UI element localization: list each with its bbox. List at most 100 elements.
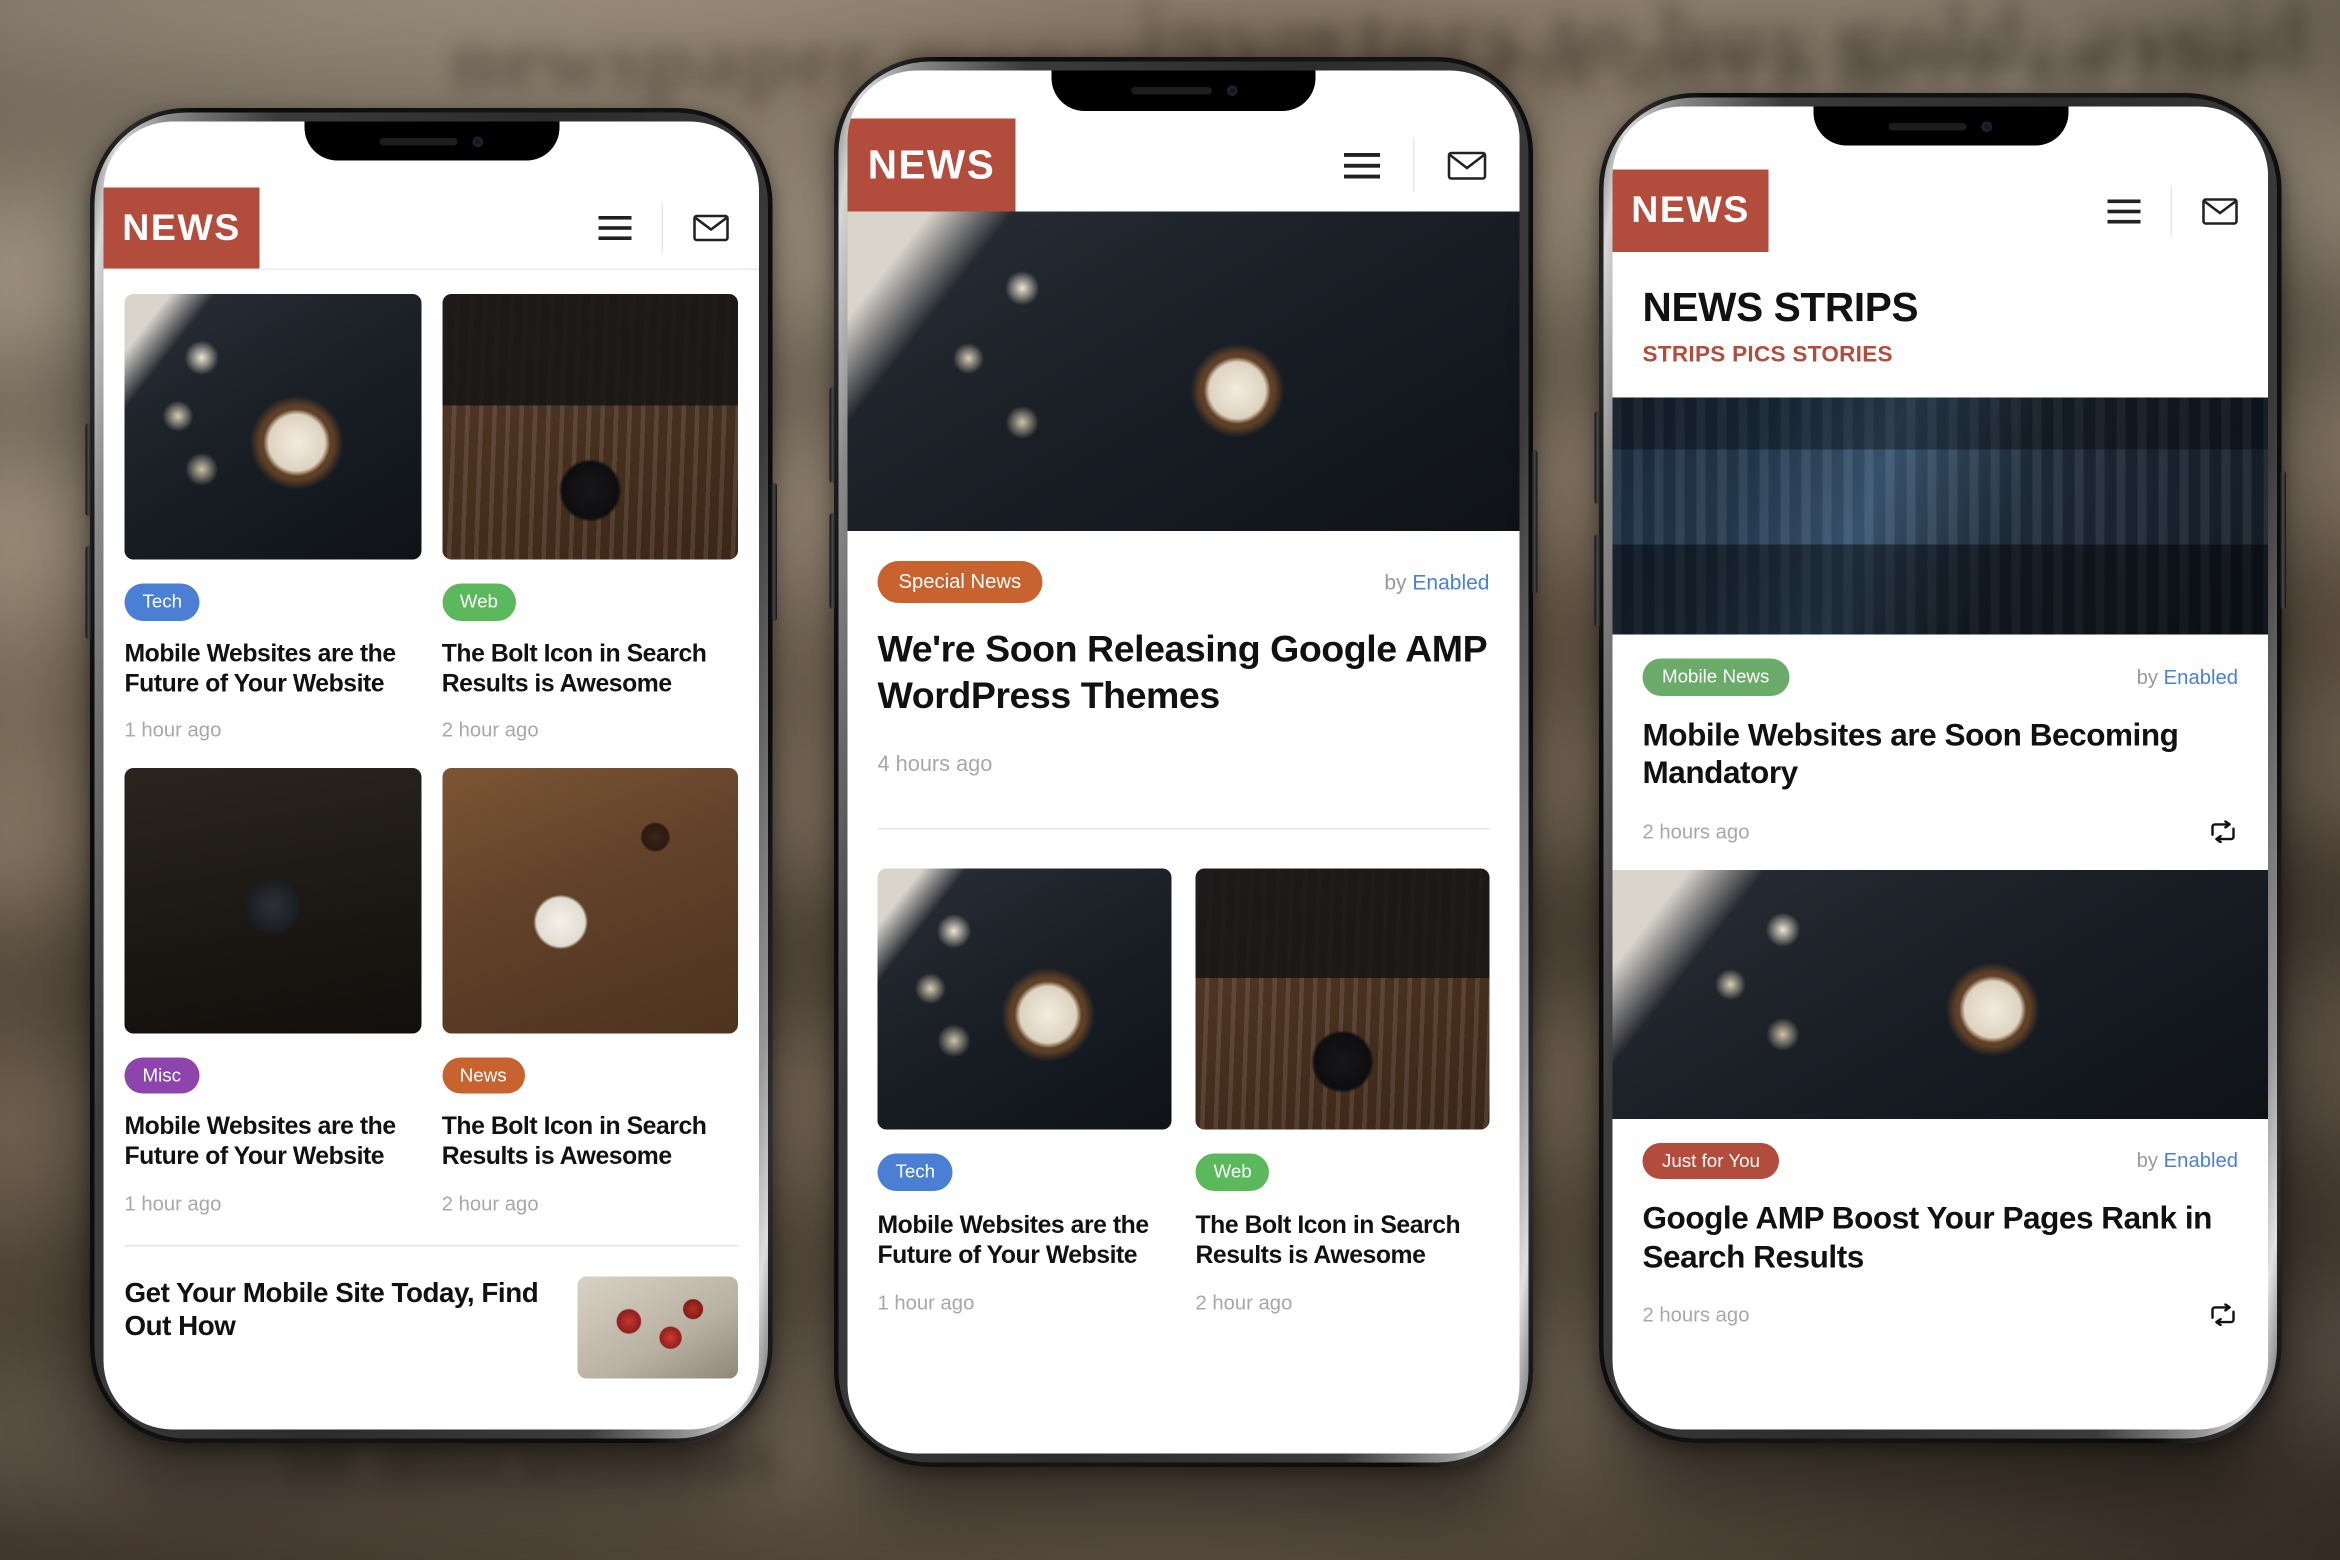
article-title[interactable]: Mobile Websites are the Future of Your W… xyxy=(125,638,421,698)
phone3-app-bar: NEWS xyxy=(1612,169,2269,253)
phone3-section-heading: NEWS STRIPS STRIPS PICS STORIES xyxy=(1612,252,2268,398)
byline-author[interactable]: Enabled xyxy=(2164,1150,2238,1173)
grid-article-card[interactable]: Tech Mobile Websites are the Future of Y… xyxy=(124,294,421,741)
phone1-footer-article[interactable]: Get Your Mobile Site Today, Find Out How xyxy=(125,1275,738,1378)
article-timestamp: 2 hours ago xyxy=(1642,820,1750,843)
strip-card[interactable]: Mobile News by Enabled Mobile Websites a… xyxy=(1612,397,2268,870)
category-badge[interactable]: Mobile News xyxy=(1642,658,1789,696)
phone2-brand-logo[interactable]: NEWS xyxy=(847,118,1016,212)
footer-article-title[interactable]: Get Your Mobile Site Today, Find Out How xyxy=(125,1276,557,1344)
article-thumbnail[interactable] xyxy=(441,767,738,1034)
article-title[interactable]: The Bolt Icon in Search Results is Aweso… xyxy=(442,638,738,698)
phone3-appbar-icons xyxy=(2078,170,2269,253)
category-badge[interactable]: Web xyxy=(441,583,516,621)
phone1-appbar-icons xyxy=(569,188,760,269)
phone1-notch xyxy=(303,121,559,161)
article-thumbnail[interactable] xyxy=(124,767,421,1034)
phone2-appbar-icons xyxy=(1311,119,1520,212)
grid-article-card[interactable]: Web The Bolt Icon in Search Results is A… xyxy=(441,294,738,741)
phone3-volume-buttons xyxy=(1594,411,1601,504)
feature-article-title[interactable]: We're Soon Releasing Google AMP WordPres… xyxy=(878,626,1490,720)
phone1-volume-buttons xyxy=(85,423,92,516)
article-timestamp: 2 hour ago xyxy=(441,1191,539,1215)
earpiece-speaker-icon xyxy=(1130,87,1212,95)
phone2-feature-block[interactable]: Special News by Enabled We're Soon Relea… xyxy=(848,531,1520,777)
footer-article-thumbnail[interactable] xyxy=(577,1275,738,1378)
grid-article-card[interactable]: Misc Mobile Websites are the Future of Y… xyxy=(124,767,421,1215)
phone2-power-button xyxy=(1531,450,1538,594)
mail-envelope-icon[interactable] xyxy=(1415,119,1520,212)
feature-article-timestamp: 4 hours ago xyxy=(877,753,993,777)
byline-prefix: by xyxy=(2136,1149,2159,1173)
article-byline: by Enabled xyxy=(2137,1150,2238,1173)
article-timestamp: 1 hour ago xyxy=(124,718,222,741)
phone-strips-device: NEWS NEWS STRIPS STRIPS PICS STORIES Mob… xyxy=(1594,93,2286,1443)
category-badge[interactable]: News xyxy=(441,1057,525,1094)
article-byline: by Enabled xyxy=(2137,666,2238,689)
article-title[interactable]: Mobile Websites are the Future of Your W… xyxy=(125,1112,421,1172)
category-badge[interactable]: Just for You xyxy=(1642,1142,1780,1180)
menu-hamburger-icon[interactable] xyxy=(1311,119,1413,212)
section-title: NEWS STRIPS xyxy=(1642,285,1919,330)
grid-article-card[interactable]: Tech Mobile Websites are the Future of Y… xyxy=(877,868,1172,1314)
article-timestamp: 1 hour ago xyxy=(877,1291,975,1314)
grid-article-card[interactable]: News The Bolt Icon in Search Results is … xyxy=(441,767,738,1215)
article-timestamp: 1 hour ago xyxy=(124,1191,222,1215)
article-byline: by Enabled xyxy=(1384,570,1489,594)
phone1-power-button xyxy=(771,483,777,621)
retweet-share-icon[interactable] xyxy=(2208,820,2238,843)
strip-article-title[interactable]: Mobile Websites are Soon Becoming Mandat… xyxy=(1643,716,2239,793)
phone1-article-grid: Tech Mobile Websites are the Future of Y… xyxy=(104,270,760,1214)
category-badge[interactable]: Tech xyxy=(877,1153,954,1191)
mail-envelope-icon[interactable] xyxy=(2172,170,2268,253)
byline-author[interactable]: Enabled xyxy=(1412,570,1489,594)
article-title[interactable]: Mobile Websites are the Future of Your W… xyxy=(878,1210,1172,1270)
phone3-brand-logo[interactable]: NEWS xyxy=(1612,169,1769,252)
strip-card[interactable]: Just for You by Enabled Google AMP Boost… xyxy=(1612,869,2268,1354)
strip-article-title[interactable]: Google AMP Boost Your Pages Rank in Sear… xyxy=(1643,1200,2239,1277)
article-thumbnail[interactable] xyxy=(124,294,421,560)
article-timestamp: 2 hour ago xyxy=(1195,1291,1293,1314)
phone2-hero-image[interactable] xyxy=(847,211,1520,531)
phone2-notch xyxy=(1051,70,1316,111)
retweet-share-icon[interactable] xyxy=(2208,1304,2238,1327)
byline-prefix: by xyxy=(1384,569,1407,594)
category-badge[interactable]: Special News xyxy=(877,561,1043,603)
article-timestamp: 2 hours ago xyxy=(1642,1304,1750,1327)
article-title[interactable]: The Bolt Icon in Search Results is Aweso… xyxy=(442,1112,738,1172)
category-badge[interactable]: Tech xyxy=(124,583,201,621)
article-title[interactable]: The Bolt Icon in Search Results is Aweso… xyxy=(1196,1210,1490,1270)
byline-prefix: by xyxy=(2136,665,2159,689)
front-camera-icon xyxy=(472,135,483,147)
phone-grid-screen: NEWS Tech Mobile Websites are the Future… xyxy=(103,121,760,1430)
menu-hamburger-icon[interactable] xyxy=(569,188,662,269)
front-camera-icon xyxy=(1981,120,1992,132)
phone-feature-device: NEWS Special News by Enabled We're Soon … xyxy=(829,57,1538,1467)
phone3-notch xyxy=(1812,106,2068,146)
phone1-brand-logo[interactable]: NEWS xyxy=(103,187,260,269)
menu-hamburger-icon[interactable] xyxy=(2078,170,2171,253)
article-timestamp: 2 hour ago xyxy=(441,718,539,741)
earpiece-speaker-icon xyxy=(379,137,458,145)
front-camera-icon xyxy=(1226,85,1237,96)
phone2-app-bar: NEWS xyxy=(847,118,1520,212)
article-thumbnail[interactable] xyxy=(441,294,738,560)
category-badge[interactable]: Web xyxy=(1195,1153,1270,1191)
phone3-volume-buttons-2 xyxy=(1594,534,1601,627)
grid-article-card[interactable]: Web The Bolt Icon in Search Results is A… xyxy=(1195,868,1490,1314)
section-subtitle: STRIPS PICS STORIES xyxy=(1642,342,1893,368)
phone2-volume-buttons-2 xyxy=(829,513,836,609)
article-thumbnail[interactable] xyxy=(1195,868,1490,1130)
strip-image[interactable] xyxy=(1612,397,2268,635)
phone2-volume-buttons xyxy=(829,387,836,483)
category-badge[interactable]: Misc xyxy=(124,1057,200,1094)
phone2-article-grid: Tech Mobile Websites are the Future of Y… xyxy=(848,830,1520,1314)
byline-author[interactable]: Enabled xyxy=(2164,666,2238,689)
phone1-app-bar: NEWS xyxy=(103,187,760,269)
phone3-power-button xyxy=(2280,471,2286,609)
phone-feature-screen: NEWS Special News by Enabled We're Soon … xyxy=(847,70,1520,1454)
mail-envelope-icon[interactable] xyxy=(663,188,759,269)
article-thumbnail[interactable] xyxy=(877,868,1172,1130)
phone1-footer-divider xyxy=(124,1244,738,1246)
strip-image[interactable] xyxy=(1612,869,2268,1119)
